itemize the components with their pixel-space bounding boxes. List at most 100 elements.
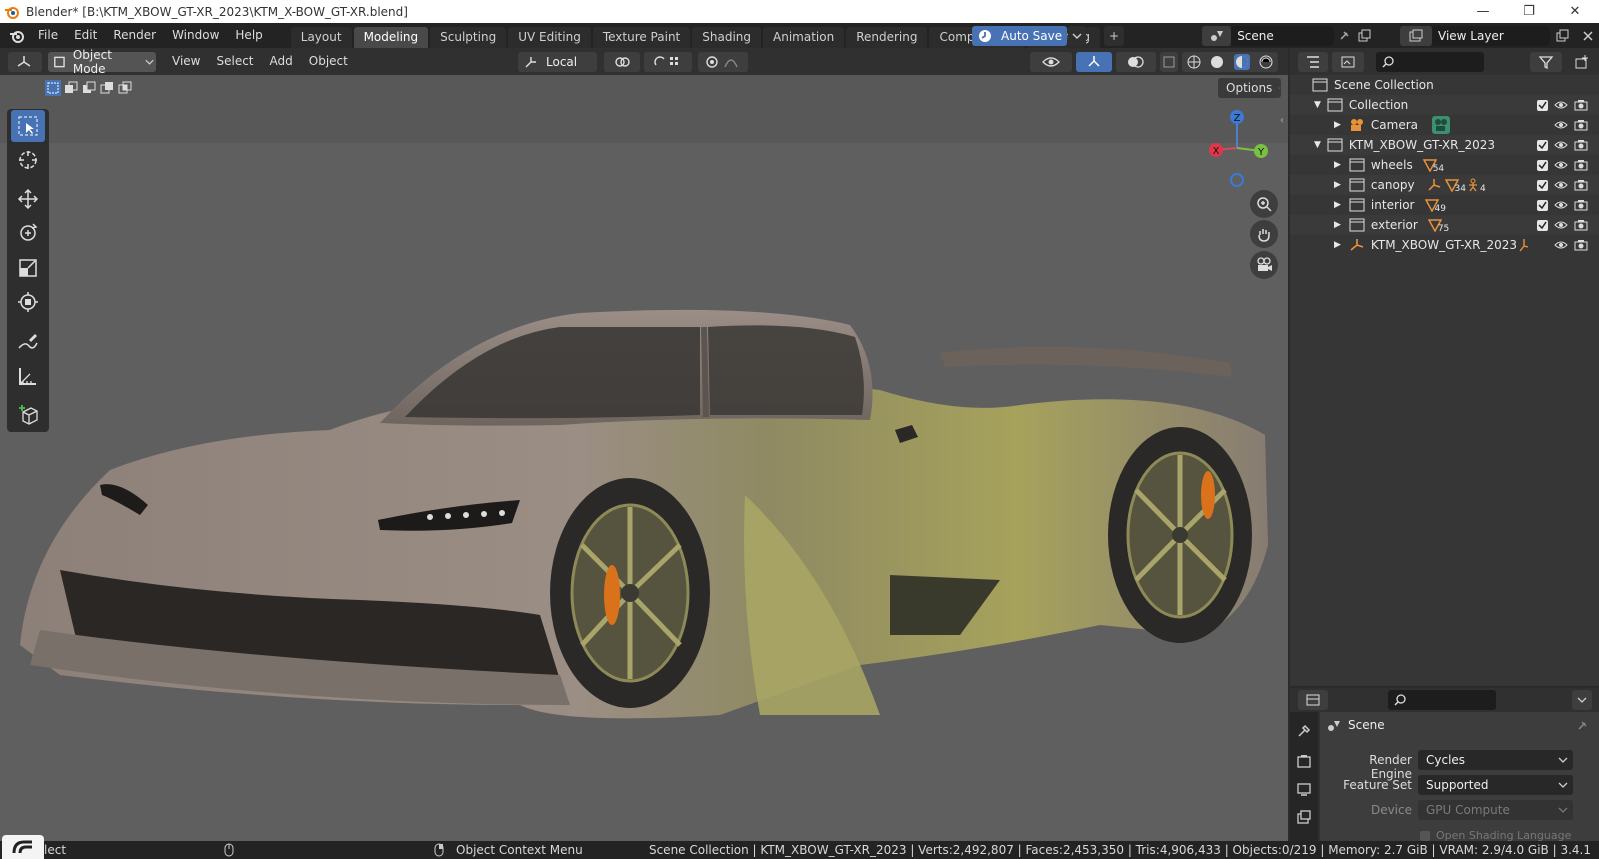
outliner-row-collection[interactable]: ▼ Collection [1290,95,1599,115]
filter-icon[interactable] [1530,52,1562,72]
exclude-checkbox[interactable] [1537,99,1548,111]
tab-rendering[interactable]: Rendering [846,27,928,48]
shading-mode-group[interactable] [1182,52,1278,72]
outliner-row-canopy[interactable]: ▶ canopy 34 4 [1290,175,1599,195]
outliner-row-ktm-empty[interactable]: ▶ KTM_XBOW_GT-XR_2023 [1290,235,1599,255]
expand-arrow-icon[interactable]: ▼ [1314,100,1321,110]
menu-edit[interactable]: Edit [66,23,105,48]
eye-icon[interactable] [1554,140,1568,150]
camera-render-icon[interactable] [1574,139,1588,151]
blender-menu-icon[interactable] [4,23,30,48]
wireframe-shading-icon[interactable] [1187,55,1201,69]
expand-arrow-icon[interactable]: ▶ [1334,240,1341,250]
exclude-checkbox[interactable] [1537,139,1548,151]
viewport-menu-object[interactable]: Object [301,49,356,74]
scene-name-field[interactable]: Scene [1231,26,1334,46]
properties-options-dropdown[interactable] [1572,690,1592,710]
viewport-menu-select[interactable]: Select [208,49,261,74]
new-view-layer-icon[interactable] [1550,26,1574,46]
tab-modeling[interactable]: Modeling [353,27,429,48]
menu-help[interactable]: Help [227,23,270,48]
transform-orientation-dropdown[interactable]: Local [518,52,597,72]
camera-render-icon[interactable] [1574,239,1588,251]
material-shading-icon[interactable] [1233,54,1250,70]
tab-shading[interactable]: Shading [692,27,761,48]
snap-icon[interactable] [644,52,692,72]
expand-arrow-icon[interactable]: ▶ [1334,120,1341,130]
exclude-checkbox[interactable] [1537,159,1548,171]
device-dropdown[interactable]: GPU Compute [1418,800,1573,820]
pivot-point-icon[interactable] [604,52,640,72]
outliner-row-ktm-collection[interactable]: ▼ KTM_XBOW_GT-XR_2023 [1290,135,1599,155]
viewport-menu-add[interactable]: Add [262,49,301,74]
eye-icon[interactable] [1554,100,1568,110]
autosave-dropdown[interactable] [1068,26,1086,46]
expand-arrow-icon[interactable]: ▶ [1334,180,1341,190]
tab-layout[interactable]: Layout [290,27,352,48]
output-tab-icon[interactable] [1294,778,1314,800]
tool-tab-icon[interactable] [1294,720,1314,742]
viewport-menu-view[interactable]: View [164,49,208,74]
view-layer-selector[interactable]: View Layer [1400,26,1576,46]
tab-sculpting[interactable]: Sculpting [430,27,507,48]
tab-texture-paint[interactable]: Texture Paint [592,27,691,48]
pin-icon[interactable] [1576,720,1588,732]
exclude-checkbox[interactable] [1537,199,1548,211]
camera-render-icon[interactable] [1574,179,1588,191]
view-layer-tab-icon[interactable] [1294,806,1314,828]
osl-checkbox[interactable] [1420,831,1430,841]
expand-arrow-icon[interactable]: ▶ [1334,220,1341,230]
close-button[interactable]: ✕ [1552,0,1598,23]
tab-uv-editing[interactable]: UV Editing [508,27,591,48]
properties-search-input[interactable] [1388,690,1496,710]
gizmo-toggle-icon[interactable] [1076,52,1112,72]
xray-icon[interactable] [1160,52,1178,72]
menu-window[interactable]: Window [164,23,227,48]
eye-icon[interactable] [1554,120,1568,130]
outliner-editor-type-icon[interactable] [1298,52,1328,72]
outliner-row-camera[interactable]: ▶ Camera [1290,115,1599,135]
outliner-row-scene-collection[interactable]: Scene Collection [1290,75,1599,95]
camera-render-icon[interactable] [1574,99,1588,111]
proportional-edit-icon[interactable] [698,52,748,72]
outliner-row-wheels[interactable]: ▶ wheels 54 [1290,155,1599,175]
eye-icon[interactable] [1554,220,1568,230]
remove-view-layer-icon[interactable] [1578,26,1598,46]
new-collection-icon[interactable] [1572,52,1592,72]
visibility-icon[interactable] [1030,52,1072,72]
add-workspace-button[interactable]: + [1104,25,1125,46]
3d-viewport[interactable]: Options Z X Y ‹ [0,75,1288,841]
eye-icon[interactable] [1554,180,1568,190]
maximize-button[interactable]: ❐ [1506,0,1552,23]
view-layer-field[interactable]: View Layer [1432,26,1550,46]
tab-animation[interactable]: Animation [763,27,845,48]
solid-shading-icon[interactable] [1210,55,1224,69]
scene-selector[interactable]: Scene [1202,26,1374,46]
expand-arrow-icon[interactable]: ▼ [1314,140,1321,150]
expand-arrow-icon[interactable]: ▶ [1334,200,1341,210]
autosave-button[interactable]: Auto Save [972,26,1067,46]
camera-render-icon[interactable] [1574,159,1588,171]
exclude-checkbox[interactable] [1537,179,1548,191]
editor-type-button[interactable] [8,51,42,72]
menu-file[interactable]: File [30,23,66,48]
minimize-button[interactable]: — [1460,0,1506,23]
render-engine-dropdown[interactable]: Cycles [1418,750,1573,770]
properties-editor-type-icon[interactable] [1298,690,1328,710]
outliner-search-input[interactable] [1376,52,1484,72]
object-mode-dropdown[interactable]: Object Mode [48,48,156,76]
eye-icon[interactable] [1554,200,1568,210]
exclude-checkbox[interactable] [1537,219,1548,231]
camera-render-icon[interactable] [1574,219,1588,231]
camera-render-icon[interactable] [1574,199,1588,211]
display-mode-icon[interactable] [1332,52,1364,72]
new-scene-icon[interactable] [1354,26,1374,46]
feature-set-dropdown[interactable]: Supported [1418,775,1573,795]
outliner-row-exterior[interactable]: ▶ exterior 75 [1290,215,1599,235]
camera-render-icon[interactable] [1574,119,1588,131]
pin-icon[interactable] [1334,26,1354,46]
expand-arrow-icon[interactable]: ▶ [1334,160,1341,170]
car-model[interactable] [0,75,1288,841]
outliner-row-interior[interactable]: ▶ interior 49 [1290,195,1599,215]
overlays-icon[interactable] [1116,52,1156,72]
